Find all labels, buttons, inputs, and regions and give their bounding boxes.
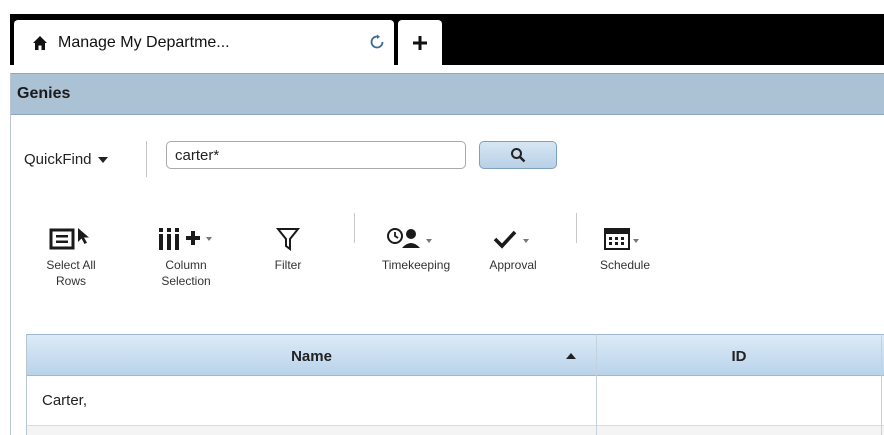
panel-title: Genies — [17, 85, 71, 102]
calendar-icon — [604, 228, 639, 250]
column-add-icon — [159, 228, 212, 250]
filter-button[interactable]: Filter — [268, 223, 308, 273]
select-all-rows-label: Select All Rows — [46, 258, 96, 288]
tab-manage-my-department[interactable]: Manage My Departme... — [14, 20, 394, 65]
schedule-label: Schedule — [599, 258, 651, 272]
table-row[interactable]: Carter, — [27, 376, 884, 426]
column-header-id[interactable]: ID — [597, 335, 881, 377]
column-selection-label: Column Selection — [161, 258, 211, 288]
select-all-rows-button[interactable]: Select All Rows — [41, 223, 101, 289]
toolbar-separator — [576, 213, 577, 243]
tab-title: Manage My Departme... — [58, 33, 230, 51]
approval-label: Approval — [489, 258, 537, 272]
column-divider — [596, 334, 597, 435]
column-header-name[interactable]: Name — [27, 335, 596, 377]
employee-grid: Name ID Carter, — [26, 334, 884, 435]
filter-icon — [276, 228, 300, 251]
filter-label: Filter — [274, 258, 302, 272]
table-row-partial — [27, 426, 884, 435]
quickfind-dropdown[interactable]: QuickFind — [24, 151, 108, 168]
approval-button[interactable]: Approval — [481, 223, 545, 273]
quickfind-divider — [146, 141, 147, 177]
cell-name: Carter, — [42, 392, 88, 409]
add-tab-button[interactable] — [398, 20, 442, 65]
timekeeping-button[interactable]: Timekeeping — [368, 223, 464, 273]
schedule-button[interactable]: Schedule — [589, 223, 661, 273]
chevron-down-icon — [97, 156, 108, 163]
column-divider — [881, 334, 882, 435]
search-button[interactable] — [479, 141, 557, 169]
quickfind-label: QuickFind — [24, 151, 92, 168]
genies-panel: Genies QuickFind Select All Rows — [10, 73, 884, 435]
sort-ascending-icon — [566, 353, 576, 359]
timekeeping-clock-person-icon — [387, 228, 432, 248]
quickfind-search-input[interactable] — [166, 141, 466, 169]
toolbar-separator — [354, 213, 355, 243]
tab-strip: Manage My Departme... — [0, 0, 884, 73]
checkmark-icon — [493, 230, 529, 249]
home-icon — [33, 35, 47, 50]
refresh-icon[interactable] — [369, 34, 385, 50]
tab-strip-underline — [10, 65, 884, 73]
search-icon — [511, 148, 526, 163]
column-selection-button[interactable]: Column Selection — [151, 223, 221, 289]
select-all-rows-icon — [49, 228, 89, 250]
timekeeping-label: Timekeeping — [381, 258, 451, 272]
grid-header: Name ID — [27, 334, 884, 376]
panel-header: Genies — [11, 73, 884, 115]
plus-icon — [413, 35, 427, 50]
